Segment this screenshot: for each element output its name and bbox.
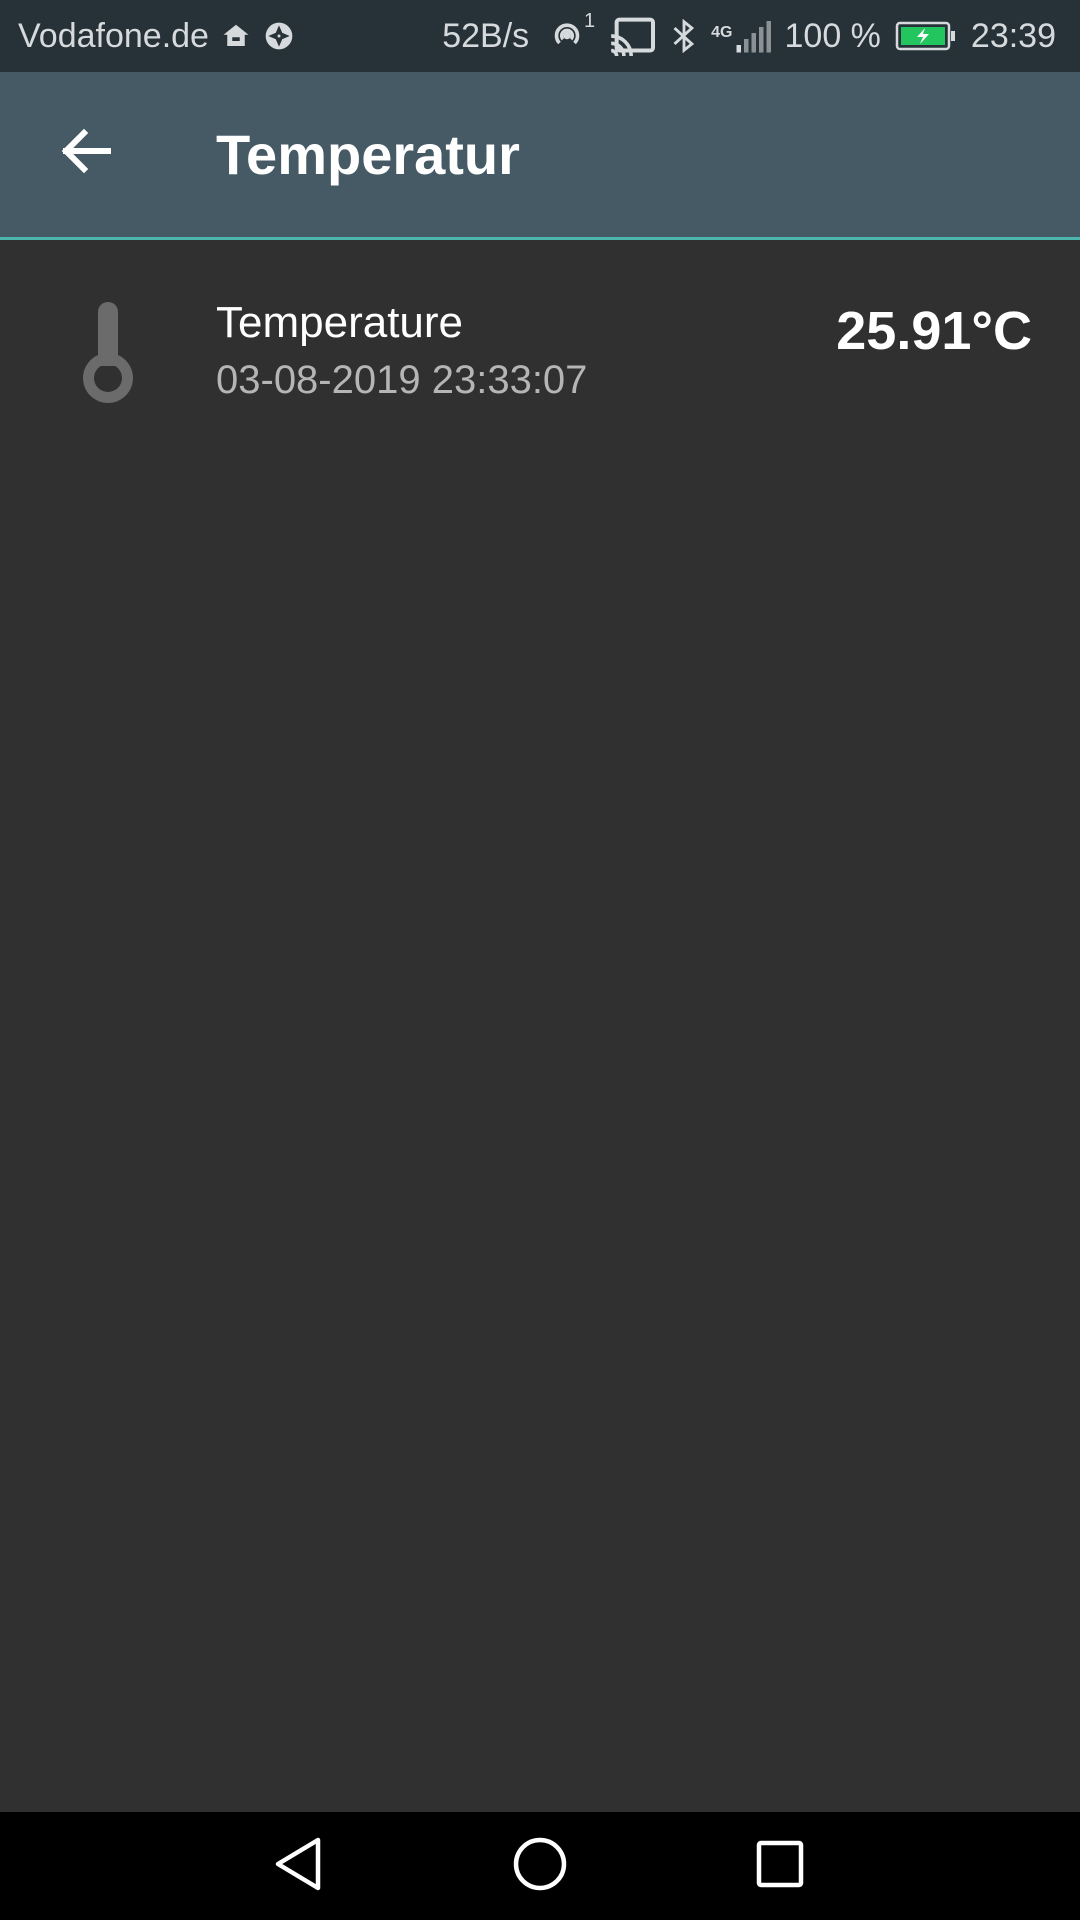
nav-back-button[interactable]	[258, 1826, 338, 1906]
status-right: 52B/s 1 4G 100 % 23:39	[442, 0, 1056, 72]
home-circle-icon	[512, 1836, 568, 1897]
nav-home-button[interactable]	[500, 1826, 580, 1906]
back-button[interactable]	[40, 108, 130, 198]
clock-label: 23:39	[970, 16, 1056, 55]
list-item[interactable]: Temperature 03-08-2019 23:33:07 25.91°C	[0, 276, 1080, 426]
app-bar: Temperatur	[0, 72, 1080, 240]
hotspot-badge: 1	[584, 10, 596, 32]
home-icon	[221, 21, 251, 51]
back-triangle-icon	[272, 1836, 324, 1897]
recents-square-icon	[755, 1839, 805, 1894]
cast-icon	[609, 16, 657, 56]
temperature-value: 25.91°C	[836, 301, 1032, 361]
status-left: Vodafone.de	[18, 0, 295, 72]
network-type-label: 4G	[711, 24, 733, 41]
status-bar: Vodafone.de 52B/s 1 4G 100 % 23:39	[0, 0, 1080, 72]
carrier-label: Vodafone.de	[18, 16, 209, 55]
thermometer-icon	[78, 300, 138, 404]
battery-icon	[895, 20, 957, 52]
list-item-timestamp: 03-08-2019 23:33:07	[216, 358, 588, 402]
navigation-bar	[0, 1812, 1080, 1920]
hotspot-icon: 1	[547, 10, 595, 56]
bluetooth-icon	[671, 17, 697, 55]
arrow-left-icon	[58, 128, 112, 179]
4g-signal-icon: 4G	[711, 17, 771, 55]
battery-label: 100 %	[784, 16, 881, 55]
net-speed-label: 52B/s	[442, 16, 530, 55]
list-item-title: Temperature	[216, 298, 464, 347]
nav-recents-button[interactable]	[740, 1826, 820, 1906]
screen: Vodafone.de 52B/s 1 4G 100 % 23:39 Tempe…	[0, 0, 1080, 1920]
aperture-icon	[263, 20, 295, 52]
page-title: Temperatur	[216, 123, 520, 186]
